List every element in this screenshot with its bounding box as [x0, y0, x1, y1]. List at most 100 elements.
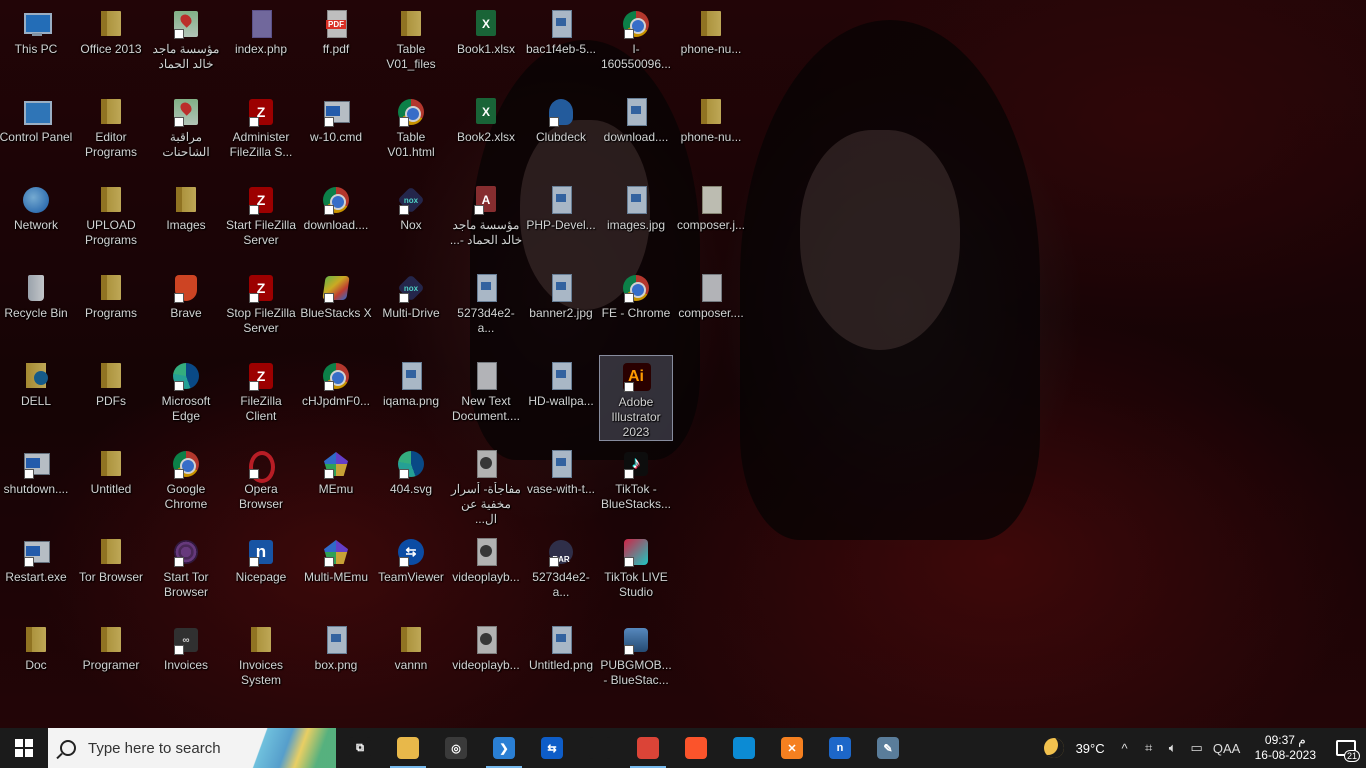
clock[interactable]: 09:37 م 16-08-2023	[1245, 733, 1326, 763]
taskbar-app-obs[interactable]: ◎	[432, 728, 480, 768]
desktop-icon[interactable]: Images	[149, 179, 223, 265]
desktop-icon[interactable]: Recycle Bin	[0, 267, 73, 353]
desktop-icon[interactable]: This PC	[0, 3, 73, 89]
desktop-icon[interactable]: phone-nu...	[674, 3, 748, 89]
desktop-icon[interactable]: Start Tor Browser	[149, 531, 223, 617]
show-hidden-icons-chevron-icon[interactable]: ^	[1113, 728, 1137, 768]
taskbar-app-chrome-fe[interactable]	[624, 728, 672, 768]
desktop-icon[interactable]: videoplayb...	[449, 619, 523, 705]
start-button[interactable]	[0, 728, 48, 768]
volume-icon[interactable]: 🔈︎	[1161, 728, 1185, 768]
desktop-icon[interactable]: TikTok LIVE Studio	[599, 531, 673, 617]
desktop-icon[interactable]: 5273d4e2-a...	[449, 267, 523, 353]
weather-widget[interactable]: 39°C	[1036, 738, 1113, 758]
desktop-icon[interactable]: Programer	[74, 619, 148, 705]
desktop-icon[interactable]: download....	[599, 91, 673, 177]
desktop-icon[interactable]: Multi-MEmu	[299, 531, 373, 617]
taskbar-app-blank[interactable]	[576, 728, 624, 768]
taskbar-app-edge[interactable]	[720, 728, 768, 768]
desktop-icon[interactable]: MEmu	[299, 443, 373, 529]
desktop-icon[interactable]: cHJpdmF0...	[299, 355, 373, 441]
desktop-icon[interactable]: Control Panel	[0, 91, 73, 177]
desktop-icon[interactable]: Invoices System	[224, 619, 298, 705]
desktop-icon[interactable]: vase-with-t...	[524, 443, 598, 529]
desktop-icon[interactable]: phone-nu...	[674, 91, 748, 177]
taskbar-app-teamviewer[interactable]: ⇆	[528, 728, 576, 768]
desktop-icon[interactable]: مراقبة الشاحنات	[149, 91, 223, 177]
desktop-icon[interactable]: FE - Chrome	[599, 267, 673, 353]
desktop-icon[interactable]: banner2.jpg	[524, 267, 598, 353]
network-tray-icon[interactable]: ▭	[1185, 728, 1209, 768]
desktop-icon[interactable]: nox Multi-Drive	[374, 267, 448, 353]
desktop-icon[interactable]: Untitled	[74, 443, 148, 529]
shortcut-arrow-icon	[474, 205, 484, 215]
desktop-icon[interactable]: Office 2013	[74, 3, 148, 89]
desktop-icon[interactable]: Microsoft Edge	[149, 355, 223, 441]
taskbar-app-brave[interactable]	[672, 728, 720, 768]
desktop-icon[interactable]: Network	[0, 179, 73, 265]
taskbar-app-paint[interactable]: ✎	[864, 728, 912, 768]
desktop-icon[interactable]: iqama.png	[374, 355, 448, 441]
desktop-icon[interactable]: مؤسسة ماجد خالد الحماد	[149, 3, 223, 89]
desktop-icon[interactable]: 404.svg	[374, 443, 448, 529]
desktop-icon[interactable]: ∞ Invoices	[149, 619, 223, 705]
desktop-icon[interactable]: Doc	[0, 619, 73, 705]
desktop-icon[interactable]: Z Start FileZilla Server	[224, 179, 298, 265]
desktop-icon[interactable]: X Book1.xlsx	[449, 3, 523, 89]
desktop-icon[interactable]: I-160550096...	[599, 3, 673, 89]
desktop-icon[interactable]: UPLOAD Programs	[74, 179, 148, 265]
taskbar-app-nicepage[interactable]: n	[816, 728, 864, 768]
desktop-icon[interactable]: Tor Browser	[74, 531, 148, 617]
desktop-icon[interactable]: Table V01_files	[374, 3, 448, 89]
taskbar-search-box[interactable]: Type here to search	[48, 728, 336, 768]
device-icon[interactable]: ⌗	[1137, 728, 1161, 768]
desktop-icon[interactable]: Ai Adobe Illustrator 2023	[599, 355, 673, 441]
desktop-icon[interactable]: nox Nox	[374, 179, 448, 265]
desktop-icon[interactable]: n Nicepage	[224, 531, 298, 617]
taskbar-app-file-explorer[interactable]	[384, 728, 432, 768]
desktop-icon[interactable]: vannn	[374, 619, 448, 705]
desktop-icon[interactable]: w-10.cmd	[299, 91, 373, 177]
desktop-icon[interactable]: X Book2.xlsx	[449, 91, 523, 177]
desktop-icon[interactable]: Table V01.html	[374, 91, 448, 177]
taskbar-app-vscode[interactable]: ❯	[480, 728, 528, 768]
input-language[interactable]: QAA	[1209, 728, 1245, 768]
desktop-icon[interactable]: مفاجأة- أسرار مخفية عن ال...	[449, 443, 523, 529]
desktop-icon[interactable]: composer.j...	[674, 179, 748, 265]
desktop-icon[interactable]: PDF ff.pdf	[299, 3, 373, 89]
desktop-icon[interactable]: PHP-Devel...	[524, 179, 598, 265]
desktop-icon[interactable]: ⇆ TeamViewer	[374, 531, 448, 617]
desktop-icon[interactable]: composer....	[674, 267, 748, 353]
desktop-icon[interactable]: bac1f4eb-5...	[524, 3, 598, 89]
desktop-icon[interactable]: New Text Document....	[449, 355, 523, 441]
desktop-icon[interactable]: box.png	[299, 619, 373, 705]
desktop-icon[interactable]: shutdown....	[0, 443, 73, 529]
desktop-icon[interactable]: ♪ TikTok - BlueStacks...	[599, 443, 673, 529]
desktop-icon[interactable]: HD-wallpa...	[524, 355, 598, 441]
taskbar-app-task-view[interactable]: ⧉	[336, 728, 384, 768]
desktop-icon[interactable]: Opera Browser	[224, 443, 298, 529]
desktop-icon[interactable]: Z FileZilla Client	[224, 355, 298, 441]
desktop-icon[interactable]: DELL	[0, 355, 73, 441]
desktop-icon[interactable]: Brave	[149, 267, 223, 353]
desktop-icon[interactable]: Programs	[74, 267, 148, 353]
desktop-icon[interactable]: download....	[299, 179, 373, 265]
desktop-icon[interactable]: PUBGMOB... - BlueStac...	[599, 619, 673, 705]
desktop-icon[interactable]: Untitled.png	[524, 619, 598, 705]
desktop-icon[interactable]: Editor Programs	[74, 91, 148, 177]
desktop-icon[interactable]: images.jpg	[599, 179, 673, 265]
desktop-icon[interactable]: A مؤسسة ماجد خالد الحماد -...	[449, 179, 523, 265]
desktop-icon[interactable]: Google Chrome	[149, 443, 223, 529]
desktop-icon[interactable]: BlueStacks X	[299, 267, 373, 353]
desktop-icon[interactable]: RAR 5273d4e2-a...	[524, 531, 598, 617]
pdf-icon: PDF	[321, 9, 351, 39]
desktop-icon[interactable]: PDFs	[74, 355, 148, 441]
taskbar-app-xampp[interactable]: ✕	[768, 728, 816, 768]
desktop-icon[interactable]: videoplayb...	[449, 531, 523, 617]
desktop-icon[interactable]: Clubdeck	[524, 91, 598, 177]
desktop-icon[interactable]: Restart.exe	[0, 531, 73, 617]
desktop-icon[interactable]: index.php	[224, 3, 298, 89]
action-center-button[interactable]: 21	[1326, 728, 1366, 768]
desktop-icon[interactable]: Z Administer FileZilla S...	[224, 91, 298, 177]
desktop-icon[interactable]: Z Stop FileZilla Server	[224, 267, 298, 353]
